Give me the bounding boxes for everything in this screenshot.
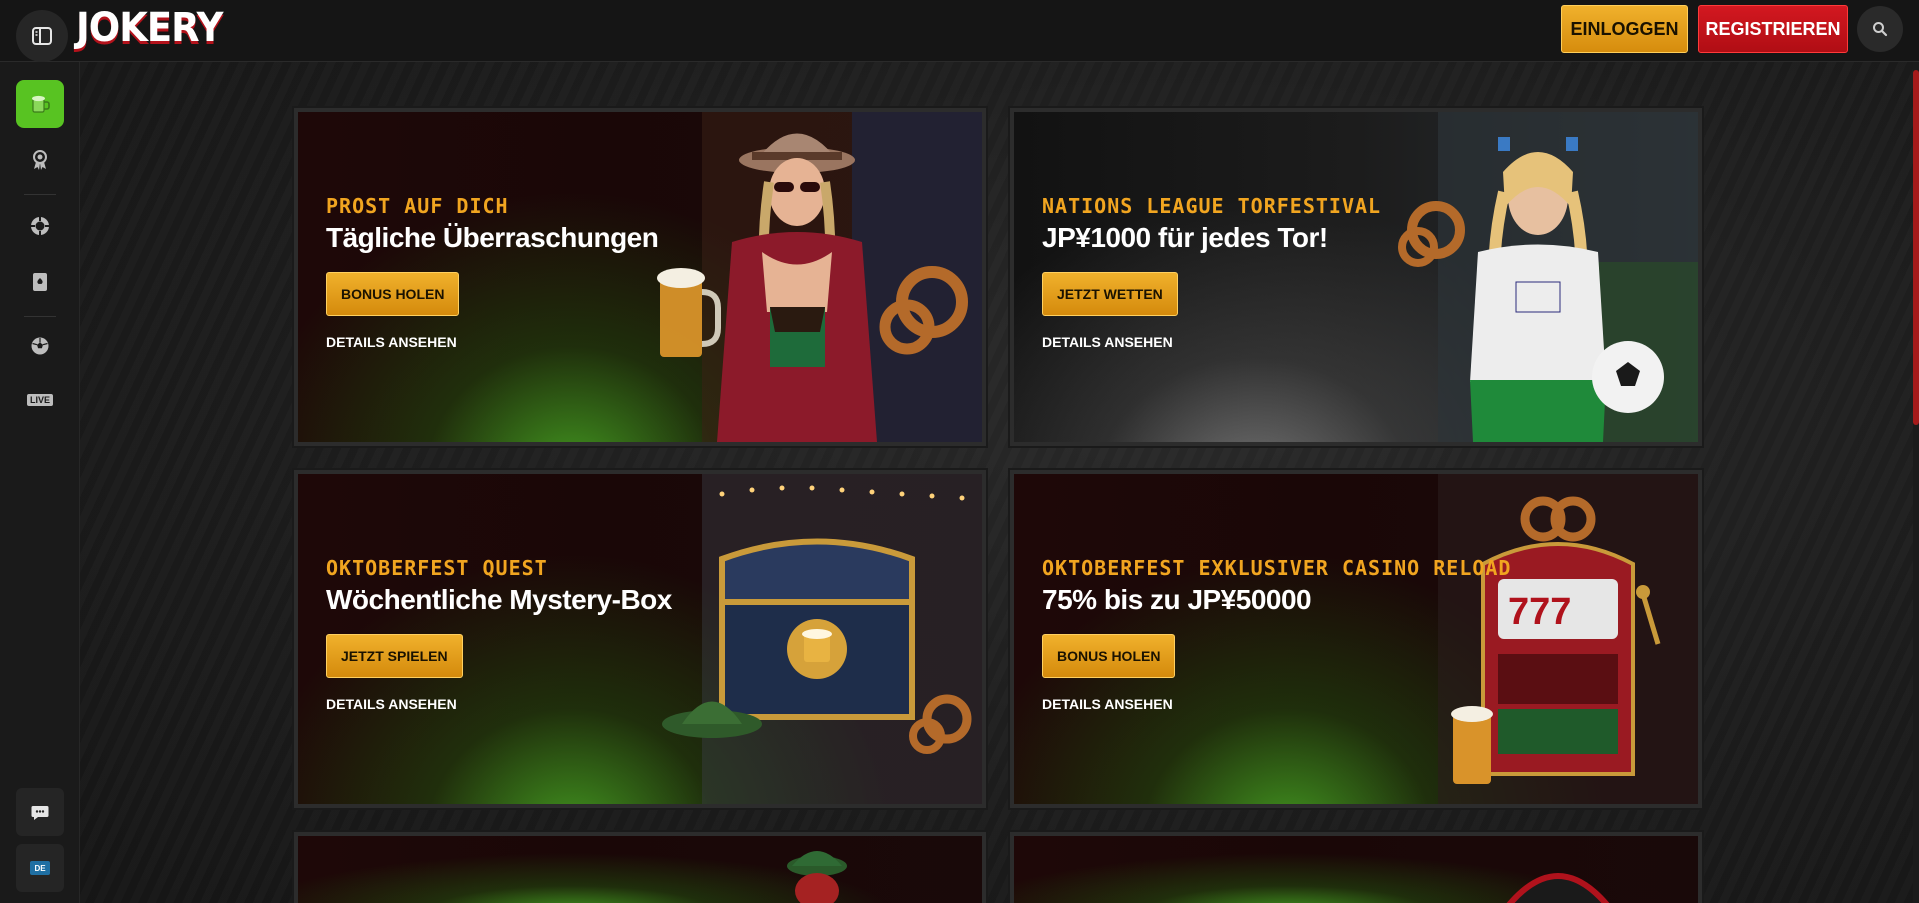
- promo-headline: Wöchentliche Mystery-Box: [326, 584, 672, 615]
- language-flag-icon: DE: [30, 861, 50, 875]
- oktoberfest-woman-illustration: [657, 112, 982, 442]
- sidebar-divider: [24, 316, 56, 317]
- playing-card-icon: [33, 273, 47, 291]
- site-logo[interactable]: JOKERY: [76, 2, 223, 54]
- page-scrollbar[interactable]: [1913, 70, 1919, 425]
- sidebar-item-promotions[interactable]: [16, 80, 64, 128]
- promo-card[interactable]: 777 OKTOBERFEST EXKLUSIVER CASINO RELOAD…: [1014, 474, 1698, 804]
- promo-details-link[interactable]: DETAILS ANSEHEN: [1042, 334, 1173, 350]
- promo-details-link[interactable]: DETAILS ANSEHEN: [326, 696, 457, 712]
- casino-chip-icon: [31, 217, 49, 235]
- promo-cta-button[interactable]: BONUS HOLEN: [1042, 634, 1176, 678]
- promo-eyebrow: NATIONS LEAGUE TORFESTIVAL: [1042, 194, 1382, 218]
- sidebar-divider: [24, 194, 56, 195]
- sidebar-item-casino[interactable]: [16, 202, 64, 250]
- top-header: JOKERY EINLOGGEN REGISTRIEREN: [0, 0, 1919, 62]
- nations-league-woman-illustration: [1398, 112, 1698, 442]
- sidebar-item-table-games[interactable]: [16, 258, 64, 306]
- promo-cta-button[interactable]: BONUS HOLEN: [326, 272, 460, 316]
- promo-card[interactable]: NATIONS LEAGUE TORFESTIVAL JP¥1000 für j…: [1014, 112, 1698, 442]
- language-selector[interactable]: DE: [16, 844, 64, 892]
- promo-card[interactable]: [1014, 836, 1698, 903]
- promotions-main: PROST AUF DICH Tägliche Überraschungen B…: [80, 62, 1913, 903]
- search-icon: [1873, 22, 1888, 37]
- promo-card[interactable]: PROST AUF DICH Tägliche Überraschungen B…: [298, 112, 982, 442]
- promo-headline: JP¥1000 für jedes Tor!: [1042, 222, 1328, 253]
- register-button[interactable]: REGISTRIEREN: [1698, 5, 1848, 53]
- sidebar-item-vip[interactable]: [16, 136, 64, 184]
- promo-cta-button[interactable]: JETZT WETTEN: [1042, 272, 1178, 316]
- treasure-chest-illustration: [662, 474, 982, 804]
- soccer-ball-icon: [31, 337, 49, 355]
- sidebar-toggle-button[interactable]: [16, 10, 68, 62]
- promo-details-link[interactable]: DETAILS ANSEHEN: [1042, 696, 1173, 712]
- promo-headline: 75% bis zu JP¥50000: [1042, 584, 1312, 615]
- promo-details-link[interactable]: DETAILS ANSEHEN: [326, 334, 457, 350]
- promo-cta-button[interactable]: JETZT SPIELEN: [326, 634, 463, 678]
- live-badge-icon: LIVE: [26, 394, 53, 406]
- login-button[interactable]: EINLOGGEN: [1561, 5, 1688, 53]
- promo-headline: Tägliche Überraschungen: [326, 222, 659, 253]
- promo-eyebrow: OKTOBERFEST QUEST: [326, 556, 548, 580]
- sidebar-item-sports[interactable]: [16, 322, 64, 370]
- promo-card[interactable]: OKTOBERFEST QUEST Wöchentliche Mystery-B…: [298, 474, 982, 804]
- promo-eyebrow: PROST AUF DICH: [326, 194, 509, 218]
- svg-text:777: 777: [1508, 591, 1571, 633]
- chat-icon: [31, 806, 49, 820]
- live-chat-button[interactable]: [16, 788, 64, 836]
- sidebar-item-live[interactable]: LIVE: [16, 376, 64, 424]
- beer-mug-icon: [32, 95, 50, 113]
- sidebar: LIVE DE: [0, 62, 80, 903]
- promo-eyebrow: OKTOBERFEST EXKLUSIVER CASINO RELOAD: [1042, 556, 1512, 580]
- promo-card[interactable]: [298, 836, 982, 903]
- slot-machine-illustration: 777: [1438, 474, 1698, 804]
- sidebar-panel-icon: [32, 27, 52, 45]
- promo-illustration: [787, 851, 847, 903]
- search-button[interactable]: [1857, 6, 1903, 52]
- award-ribbon-icon: [33, 150, 47, 170]
- promo-illustration: [1506, 873, 1610, 903]
